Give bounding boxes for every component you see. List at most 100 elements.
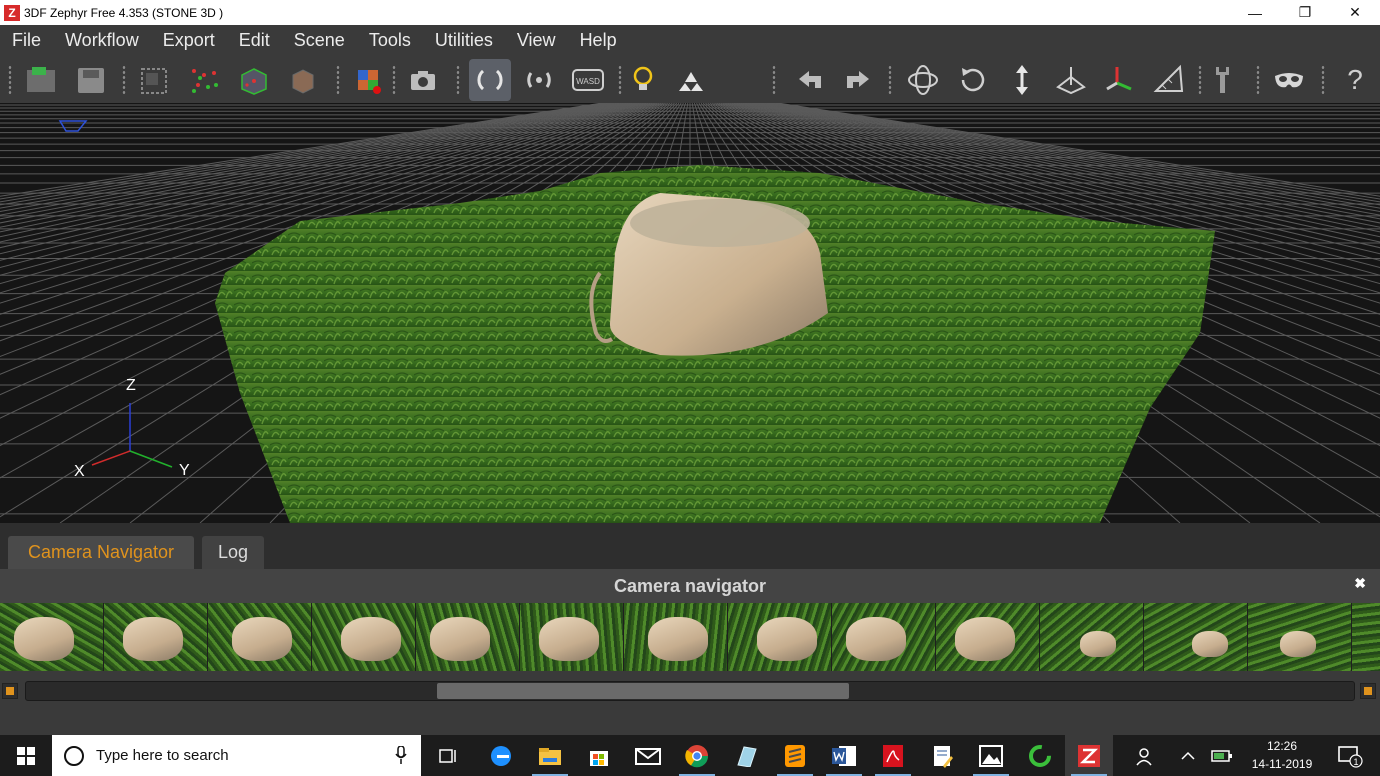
people-icon[interactable] bbox=[1122, 735, 1170, 776]
tab-camera-navigator[interactable]: Camera Navigator bbox=[8, 536, 194, 569]
camera-thumbnail[interactable] bbox=[312, 603, 415, 671]
camera-thumbnail[interactable] bbox=[520, 603, 623, 671]
stereo-mask-icon[interactable] bbox=[1268, 59, 1310, 101]
reset-view-icon[interactable] bbox=[952, 59, 994, 101]
camera-thumbnail[interactable] bbox=[416, 603, 519, 671]
measure-tool-icon[interactable] bbox=[1148, 59, 1190, 101]
zephyr-taskbar-icon[interactable] bbox=[1065, 735, 1113, 776]
scroll-thumb[interactable] bbox=[437, 683, 849, 699]
sublime-text-icon[interactable] bbox=[771, 735, 819, 776]
store-icon[interactable] bbox=[575, 735, 623, 776]
minimize-button[interactable]: — bbox=[1230, 0, 1280, 25]
menu-view[interactable]: View bbox=[505, 30, 568, 51]
camera-thumbnail[interactable] bbox=[208, 603, 311, 671]
mail-icon[interactable] bbox=[624, 735, 672, 776]
scroll-end-marker[interactable] bbox=[1360, 683, 1376, 699]
orbit-pivot-icon[interactable] bbox=[518, 59, 560, 101]
toolbar: WASD ? bbox=[0, 55, 1380, 103]
menu-utilities[interactable]: Utilities bbox=[423, 30, 505, 51]
file-explorer-icon[interactable] bbox=[526, 735, 574, 776]
toolbar-grip[interactable] bbox=[1321, 65, 1325, 95]
toolbar-grip[interactable] bbox=[8, 65, 12, 95]
thumbnail-stump bbox=[539, 617, 599, 661]
menu-tools[interactable]: Tools bbox=[357, 30, 423, 51]
textured-mesh-icon[interactable] bbox=[282, 59, 324, 101]
acrobat-icon[interactable] bbox=[869, 735, 917, 776]
vertical-axis-icon[interactable] bbox=[1001, 59, 1043, 101]
camera-thumbnail[interactable] bbox=[1352, 603, 1380, 671]
close-button[interactable]: ✕ bbox=[1330, 0, 1380, 25]
thumbnail-scrollbar[interactable] bbox=[0, 679, 1380, 703]
progress-app-icon[interactable] bbox=[1016, 735, 1064, 776]
toolbar-grip[interactable] bbox=[392, 65, 396, 95]
camera-icon[interactable] bbox=[402, 59, 444, 101]
scroll-start-marker[interactable] bbox=[2, 683, 18, 699]
camera-thumbnail[interactable] bbox=[0, 603, 103, 671]
toolbar-grip[interactable] bbox=[888, 65, 892, 95]
camera-thumbnail[interactable] bbox=[1248, 603, 1351, 671]
taskbar-search[interactable]: Type here to search bbox=[52, 735, 421, 776]
camera-thumbnail-strip[interactable] bbox=[0, 603, 1380, 671]
chrome-icon[interactable] bbox=[673, 735, 721, 776]
orbit-mode-icon[interactable] bbox=[902, 59, 944, 101]
save-project-icon[interactable] bbox=[70, 59, 112, 101]
thumbnail-stump bbox=[955, 617, 1015, 661]
menu-help[interactable]: Help bbox=[568, 30, 629, 51]
photos-icon[interactable] bbox=[967, 735, 1015, 776]
ink-notes-icon[interactable] bbox=[722, 735, 770, 776]
camera-thumbnail[interactable] bbox=[624, 603, 727, 671]
orbit-rotate-icon[interactable] bbox=[469, 59, 511, 101]
toolbar-grip[interactable] bbox=[456, 65, 460, 95]
menu-edit[interactable]: Edit bbox=[227, 30, 282, 51]
sparse-reconstruction-icon[interactable] bbox=[134, 59, 176, 101]
help-icon[interactable]: ? bbox=[1334, 59, 1376, 101]
toolbar-grip[interactable] bbox=[336, 65, 340, 95]
panel-close-icon[interactable]: ✖ bbox=[1354, 575, 1366, 592]
tray-clock[interactable]: 12:26 14-11-2019 bbox=[1236, 737, 1328, 773]
edge-browser-icon[interactable] bbox=[477, 735, 525, 776]
camera-thumbnail[interactable] bbox=[1040, 603, 1143, 671]
menu-file[interactable]: File bbox=[0, 30, 53, 51]
battery-icon[interactable] bbox=[1204, 735, 1240, 776]
camera-thumbnail[interactable] bbox=[728, 603, 831, 671]
camera-thumbnail[interactable] bbox=[936, 603, 1039, 671]
menu-scene[interactable]: Scene bbox=[282, 30, 357, 51]
task-view-icon[interactable] bbox=[425, 735, 473, 776]
camera-thumbnail[interactable] bbox=[832, 603, 935, 671]
action-center-icon[interactable]: 1 bbox=[1330, 735, 1370, 776]
menu-workflow[interactable]: Workflow bbox=[53, 30, 151, 51]
flat-shading-icon[interactable] bbox=[670, 59, 712, 101]
new-project-icon[interactable] bbox=[20, 59, 62, 101]
start-button[interactable] bbox=[0, 735, 52, 776]
camera-navigator-panel: Camera Navigator Log Camera navigator ✖ bbox=[0, 523, 1380, 735]
gizmo-axes-icon[interactable] bbox=[1099, 59, 1141, 101]
notepad-icon[interactable] bbox=[918, 735, 966, 776]
tray-overflow-chevron-icon[interactable] bbox=[1170, 735, 1206, 776]
3d-viewport[interactable]: Z X Y bbox=[0, 103, 1380, 523]
word-icon[interactable] bbox=[820, 735, 868, 776]
restore-button[interactable]: ❐ bbox=[1280, 0, 1330, 25]
thumbnail-stump bbox=[846, 617, 906, 661]
toolbar-grip[interactable] bbox=[772, 65, 776, 95]
menu-bar: File Workflow Export Edit Scene Tools Ut… bbox=[0, 25, 1380, 55]
plane-tool-icon[interactable] bbox=[1050, 59, 1092, 101]
light-icon[interactable] bbox=[622, 59, 664, 101]
microphone-icon[interactable] bbox=[395, 746, 407, 764]
undo-icon[interactable] bbox=[789, 59, 831, 101]
mesh-icon[interactable] bbox=[233, 59, 275, 101]
dense-cloud-icon[interactable] bbox=[184, 59, 226, 101]
toolbar-grip[interactable] bbox=[122, 65, 126, 95]
axis-gizmo bbox=[91, 403, 173, 468]
camera-thumbnail[interactable] bbox=[104, 603, 207, 671]
notification-count: 1 bbox=[1353, 757, 1358, 767]
settings-wrench-icon[interactable] bbox=[1201, 59, 1243, 101]
render-cube-icon[interactable] bbox=[348, 59, 390, 101]
thumbnail-stump bbox=[232, 617, 292, 661]
camera-thumbnail[interactable] bbox=[1144, 603, 1247, 671]
scroll-track[interactable] bbox=[25, 681, 1355, 701]
redo-icon[interactable] bbox=[837, 59, 879, 101]
menu-export[interactable]: Export bbox=[151, 30, 227, 51]
toolbar-grip[interactable] bbox=[1256, 65, 1260, 95]
wasd-navigation-icon[interactable]: WASD bbox=[567, 59, 609, 101]
tab-log[interactable]: Log bbox=[202, 536, 264, 569]
